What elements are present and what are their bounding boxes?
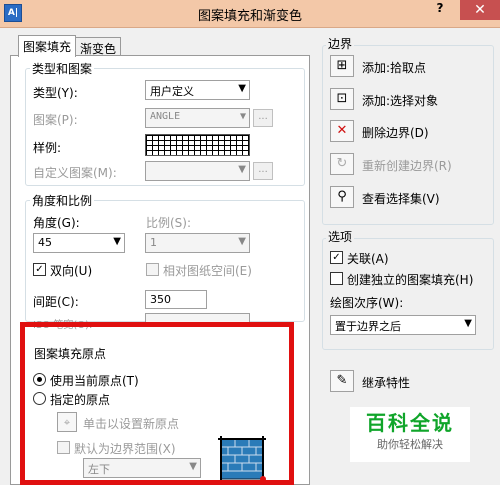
- chevron-down-icon: ▼: [238, 164, 246, 175]
- custom-pattern-label: 自定义图案(M):: [33, 166, 117, 180]
- chevron-down-icon: ▼: [189, 461, 197, 472]
- double-label: 双向(U): [50, 264, 93, 278]
- remove-boundaries-label[interactable]: 删除边界(D): [362, 124, 429, 141]
- independent-label: 创建独立的图案填充(H): [347, 273, 474, 287]
- help-button[interactable]: ?: [430, 1, 450, 15]
- recreate-boundary-icon[interactable]: ↻: [330, 153, 354, 175]
- use-current-origin-radio[interactable]: [33, 373, 46, 386]
- type-value: 用户定义: [150, 85, 194, 98]
- relative-paper-checkbox[interactable]: [146, 263, 159, 276]
- extent-select[interactable]: 左下 ▼: [83, 458, 201, 478]
- associative-checkbox[interactable]: ✓: [330, 251, 343, 264]
- chevron-down-icon: ▼: [239, 111, 246, 122]
- draw-order-value: 置于边界之后: [335, 320, 401, 333]
- specified-origin-label: 指定的原点: [50, 393, 111, 407]
- extent-value: 左下: [88, 463, 110, 476]
- chevron-down-icon: ▼: [238, 83, 246, 94]
- click-set-origin-icon[interactable]: ⌖: [57, 412, 77, 432]
- pattern-label: 图案(P):: [33, 113, 78, 127]
- add-pick-points-label[interactable]: 添加:拾取点: [362, 59, 426, 76]
- origin-preview-icon: [218, 436, 266, 480]
- type-label: 类型(Y):: [33, 86, 78, 100]
- type-pattern-legend: 类型和图案: [30, 60, 95, 77]
- view-selections-label[interactable]: 查看选择集(V): [362, 190, 440, 207]
- origin-legend: 图案填充原点: [32, 345, 109, 362]
- scale-label: 比例(S):: [146, 216, 192, 230]
- type-select[interactable]: 用户定义 ▼: [145, 80, 250, 100]
- custom-pattern-select[interactable]: ▼: [145, 161, 250, 181]
- default-extent-checkbox[interactable]: [57, 441, 70, 454]
- relative-paper-label: 相对图纸空间(E): [163, 264, 252, 278]
- default-extent-label: 默认为边界范围(X): [74, 442, 176, 456]
- pattern-select[interactable]: ANGLE ▼: [145, 108, 250, 128]
- watermark-subtitle: 助你轻松解决: [377, 438, 443, 451]
- add-select-objects-icon[interactable]: ⊡: [330, 88, 354, 110]
- inherit-properties-icon[interactable]: ✎: [330, 370, 354, 392]
- chevron-down-icon: ▼: [464, 318, 472, 329]
- angle-scale-legend: 角度和比例: [30, 192, 95, 209]
- add-select-objects-label[interactable]: 添加:选择对象: [362, 92, 438, 109]
- angle-value: 45: [38, 236, 52, 249]
- view-selections-icon[interactable]: ⚲: [330, 186, 354, 208]
- specified-origin-radio[interactable]: [33, 392, 46, 405]
- hatch-sample-swatch[interactable]: [145, 134, 250, 156]
- tab-gradient[interactable]: 渐变色: [75, 37, 122, 57]
- chevron-down-icon: ▼: [238, 236, 246, 247]
- pattern-value: ANGLE: [150, 111, 181, 122]
- close-button[interactable]: ✕: [460, 0, 500, 20]
- window-title: 图案填充和渐变色: [197, 9, 302, 24]
- spacing-label: 间距(C):: [33, 295, 79, 309]
- angle-select[interactable]: 45 ▼: [33, 233, 125, 253]
- watermark-title: 百科全说: [366, 411, 454, 435]
- spacing-input[interactable]: 350: [145, 290, 207, 309]
- remove-boundaries-icon[interactable]: ✕: [330, 120, 354, 142]
- use-current-origin-label: 使用当前原点(T): [50, 374, 139, 388]
- boundaries-legend: 边界: [326, 35, 355, 52]
- draw-order-select[interactable]: 置于边界之后 ▼: [330, 315, 476, 335]
- add-pick-points-icon[interactable]: ⊞: [330, 55, 354, 77]
- draw-order-label: 绘图次序(W):: [330, 296, 404, 310]
- scale-select[interactable]: 1 ▼: [145, 233, 250, 253]
- custom-browse-button[interactable]: ...: [253, 162, 273, 180]
- click-set-origin-label: 单击以设置新原点: [83, 417, 180, 431]
- chevron-down-icon: ▼: [113, 236, 121, 247]
- double-checkbox[interactable]: ✓: [33, 263, 46, 276]
- associative-label: 关联(A): [347, 252, 389, 266]
- options-legend: 选项: [326, 228, 355, 245]
- watermark: 百科全说 助你轻松解决: [350, 407, 470, 462]
- inherit-properties-label[interactable]: 继承特性: [362, 374, 410, 391]
- sample-label: 样例:: [33, 141, 62, 155]
- angle-label: 角度(G):: [33, 216, 80, 230]
- pattern-browse-button[interactable]: ...: [253, 109, 273, 127]
- recreate-boundary-label[interactable]: 重新创建边界(R): [362, 157, 452, 174]
- tab-hatch[interactable]: 图案填充: [18, 35, 77, 57]
- scale-value: 1: [150, 236, 157, 249]
- independent-checkbox[interactable]: [330, 272, 343, 285]
